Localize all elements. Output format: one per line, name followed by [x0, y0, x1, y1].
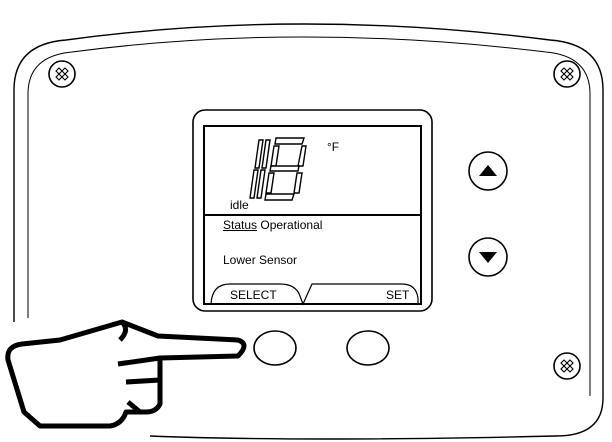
lcd-display: °F idle Status Operational Lower Sensor … — [193, 129, 425, 306]
screw-top-left-icon — [48, 60, 76, 88]
status-value: Operational — [260, 218, 323, 232]
select-softkey-label: SELECT — [230, 288, 277, 302]
status-row: Status Operational — [223, 218, 322, 232]
sensor-label: Lower Sensor — [223, 253, 298, 267]
pointing-hand-icon — [5, 319, 247, 429]
temperature-unit: °F — [327, 140, 340, 154]
down-arrow-button[interactable] — [468, 237, 508, 277]
select-softkey-button[interactable] — [253, 330, 297, 366]
set-softkey-label: SET — [386, 288, 410, 302]
mode-label: idle — [230, 198, 249, 212]
set-softkey-button[interactable] — [346, 330, 390, 366]
up-arrow-button[interactable] — [468, 151, 508, 191]
screw-bottom-right-icon — [553, 352, 581, 380]
status-label: Status — [223, 218, 258, 232]
screw-top-right-icon — [553, 60, 581, 88]
